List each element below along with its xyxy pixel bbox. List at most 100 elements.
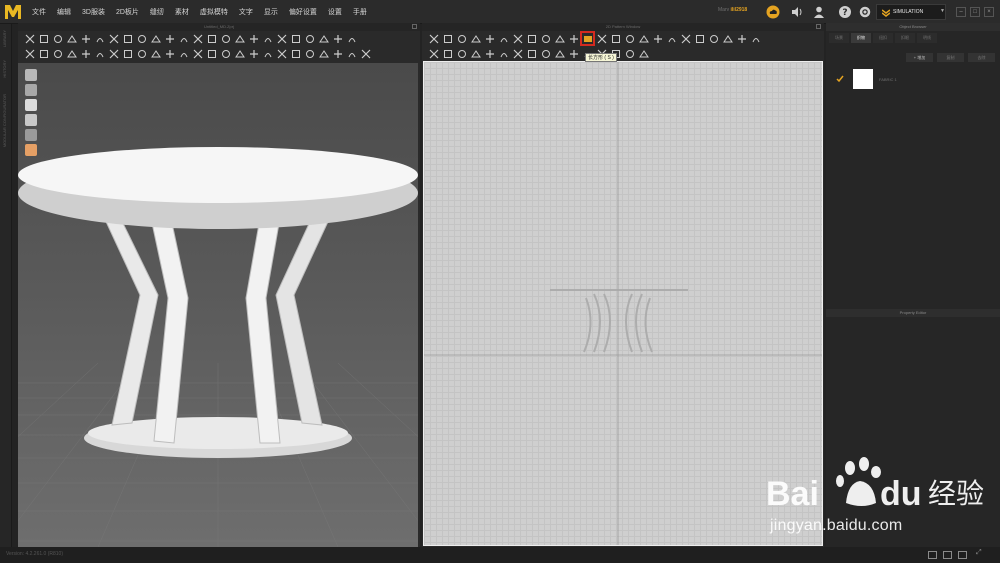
3d-tool-icon[interactable] xyxy=(318,33,329,44)
gear-icon[interactable] xyxy=(858,5,872,19)
2d-tool-icon[interactable] xyxy=(484,33,495,44)
3d-tool-icon[interactable] xyxy=(164,48,175,59)
3d-tool-icon[interactable] xyxy=(52,33,63,44)
3d-tool-icon[interactable] xyxy=(262,33,273,44)
2d-tool-icon[interactable] xyxy=(470,33,481,44)
2d-tool-icon[interactable] xyxy=(484,48,495,59)
3d-window-popout-icon[interactable] xyxy=(412,24,417,29)
3d-tool-icon[interactable] xyxy=(332,33,343,44)
2d-tool-icon[interactable] xyxy=(554,48,565,59)
3d-viewport[interactable] xyxy=(18,63,418,547)
minimize-button[interactable]: – xyxy=(956,7,966,17)
3d-tool-icon[interactable] xyxy=(220,48,231,59)
object-browser-tab[interactable]: 明线 xyxy=(917,33,937,43)
3d-tool-icon[interactable] xyxy=(38,48,49,59)
3d-tool-icon[interactable] xyxy=(248,48,259,59)
garment-view-icon[interactable] xyxy=(25,69,37,81)
2d-tool-icon[interactable] xyxy=(568,48,579,59)
2d-tool-icon[interactable] xyxy=(456,33,467,44)
3d-tool-icon[interactable] xyxy=(80,33,91,44)
user-icon[interactable] xyxy=(812,5,826,19)
3d-tool-icon[interactable] xyxy=(178,33,189,44)
3d-tool-icon[interactable] xyxy=(80,48,91,59)
3d-tool-icon[interactable] xyxy=(346,33,357,44)
2d-tool-icon[interactable] xyxy=(498,48,509,59)
3d-tool-icon[interactable] xyxy=(360,48,371,59)
3d-tool-icon[interactable] xyxy=(108,48,119,59)
2d-window-popout-icon[interactable] xyxy=(816,24,821,29)
2d-tool-icon[interactable] xyxy=(442,33,453,44)
menu-item[interactable]: 2D板片 xyxy=(116,7,139,17)
object-browser-tab[interactable]: 场景 xyxy=(829,33,849,43)
2d-tool-icon[interactable] xyxy=(526,48,537,59)
2d-tool-icon[interactable] xyxy=(442,48,453,59)
add-fabric-button[interactable]: + 增加 xyxy=(906,53,933,62)
texture-view-icon[interactable] xyxy=(25,129,37,141)
3d-tool-icon[interactable] xyxy=(150,33,161,44)
3d-tool-icon[interactable] xyxy=(220,33,231,44)
3d-tool-icon[interactable] xyxy=(66,48,77,59)
2d-tool-icon[interactable] xyxy=(652,33,663,44)
object-browser-tab[interactable]: 纽扣 xyxy=(873,33,893,43)
3d-tool-icon[interactable] xyxy=(206,48,217,59)
2d-tool-icon[interactable] xyxy=(750,33,761,44)
3d-tool-icon[interactable] xyxy=(108,33,119,44)
3d-tool-icon[interactable] xyxy=(248,33,259,44)
2d-tool-icon[interactable] xyxy=(694,33,705,44)
garment-alt-view-icon[interactable] xyxy=(25,84,37,96)
2d-tool-icon[interactable] xyxy=(610,33,621,44)
user-label[interactable]: Marv ilil2918 xyxy=(718,7,747,13)
2d-tool-icon[interactable] xyxy=(428,33,439,44)
2d-tool-icon[interactable] xyxy=(470,48,481,59)
simulation-dropdown-icon[interactable]: ▼ xyxy=(940,8,945,14)
3d-tool-icon[interactable] xyxy=(276,33,287,44)
3d-tool-icon[interactable] xyxy=(290,33,301,44)
2d-tool-icon[interactable] xyxy=(568,33,579,44)
close-button[interactable]: × xyxy=(984,7,994,17)
object-browser-tab[interactable]: 扣眼 xyxy=(895,33,915,43)
3d-tool-icon[interactable] xyxy=(234,33,245,44)
cloud-icon[interactable] xyxy=(766,5,780,19)
3d-tool-icon[interactable] xyxy=(332,48,343,59)
2d-tool-icon[interactable] xyxy=(722,33,733,44)
marvelous-logo[interactable] xyxy=(3,2,23,22)
menu-item[interactable]: 设置 xyxy=(328,7,342,17)
menu-item[interactable]: 编辑 xyxy=(57,7,71,17)
3d-tool-icon[interactable] xyxy=(346,48,357,59)
copy-fabric-button[interactable]: 复制 xyxy=(937,53,964,62)
3d-tool-icon[interactable] xyxy=(304,33,315,44)
menu-item[interactable]: 手册 xyxy=(353,7,367,17)
3d-tool-icon[interactable] xyxy=(178,48,189,59)
2d-tool-icon[interactable] xyxy=(540,48,551,59)
2d-tool-icon[interactable] xyxy=(498,33,509,44)
3d-tool-icon[interactable] xyxy=(192,48,203,59)
menu-item[interactable]: 偏好设置 xyxy=(289,7,317,17)
menu-item[interactable]: 显示 xyxy=(264,7,278,17)
delete-fabric-button[interactable]: 去除 xyxy=(968,53,995,62)
3d-tool-icon[interactable] xyxy=(24,48,35,59)
object-browser-tab[interactable]: 织物 xyxy=(851,33,871,43)
3d-tool-icon[interactable] xyxy=(94,33,105,44)
3d-tool-icon[interactable] xyxy=(276,48,287,59)
menu-item[interactable]: 缝纫 xyxy=(150,7,164,17)
menu-item[interactable]: 文件 xyxy=(32,7,46,17)
3d-tool-icon[interactable] xyxy=(66,33,77,44)
3d-tool-icon[interactable] xyxy=(122,33,133,44)
3d-tool-icon[interactable] xyxy=(234,48,245,59)
3d-tool-icon[interactable] xyxy=(262,48,273,59)
simulation-button[interactable]: SIMULATION xyxy=(876,4,946,20)
side-tab-modular-configurator[interactable]: MODULAR CONFIGURATOR xyxy=(2,94,10,147)
3d-tool-icon[interactable] xyxy=(304,48,315,59)
3d-tool-icon[interactable] xyxy=(164,33,175,44)
3d-tool-icon[interactable] xyxy=(136,33,147,44)
2d-tool-icon[interactable] xyxy=(638,48,649,59)
arrangement-view-icon[interactable] xyxy=(25,114,37,126)
2d-tool-icon[interactable] xyxy=(540,33,551,44)
avatar-view-icon[interactable] xyxy=(25,99,37,111)
3d-tool-icon[interactable] xyxy=(206,33,217,44)
2d-tool-icon[interactable] xyxy=(708,33,719,44)
2d-tool-icon[interactable] xyxy=(526,33,537,44)
2d-tool-icon[interactable] xyxy=(428,48,439,59)
3d-tool-icon[interactable] xyxy=(150,48,161,59)
side-tab-history[interactable]: HISTORY xyxy=(2,60,10,78)
